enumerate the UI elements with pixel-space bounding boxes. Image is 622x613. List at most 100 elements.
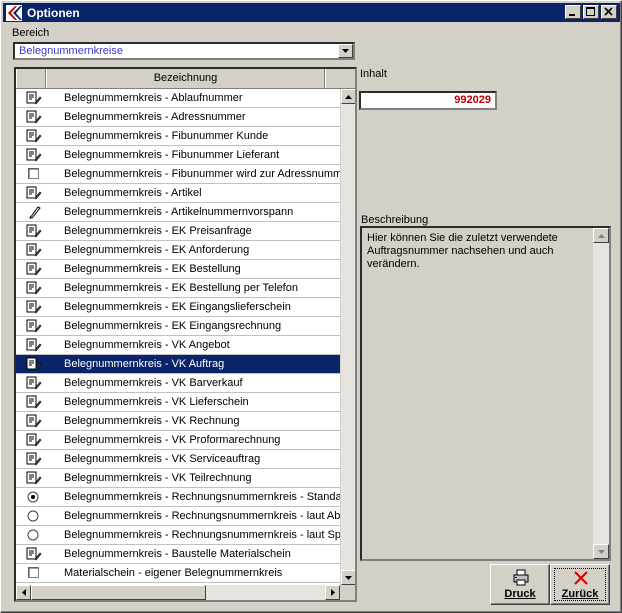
minimize-icon	[569, 14, 575, 16]
list-item[interactable]: Belegnummernkreis - Rechnungsnummernkrei…	[16, 488, 340, 507]
edit-doc-icon	[26, 547, 42, 561]
list-item[interactable]: Belegnummernkreis - VK Teilrechnung	[16, 469, 340, 488]
list-item[interactable]: Belegnummernkreis - EK Bestellung	[16, 260, 340, 279]
minimize-button[interactable]	[565, 5, 581, 19]
edit-doc-icon	[26, 319, 42, 333]
options-list[interactable]: Bezeichnung Belegnummernkreis - Ablaufnu…	[14, 67, 357, 602]
horizontal-scroll-thumb[interactable]	[31, 585, 206, 600]
edit-doc-icon	[26, 281, 42, 295]
druck-button[interactable]: Druck	[490, 564, 550, 605]
dropdown-button[interactable]	[338, 44, 353, 58]
list-item-label: Belegnummernkreis - VK Rechnung	[64, 415, 240, 427]
list-item-label: Belegnummernkreis - Artikel	[64, 187, 202, 199]
edit-doc-icon	[26, 300, 42, 314]
zurueck-button[interactable]: Zurück	[550, 564, 610, 605]
list-item[interactable]: Belegnummernkreis - VK Rechnung	[16, 412, 340, 431]
vertical-scrollbar[interactable]	[340, 89, 355, 585]
edit-doc-icon	[26, 148, 42, 162]
list-item-label: Belegnummernkreis - EK Eingangsrechnung	[64, 320, 282, 332]
list-item[interactable]: Belegnummernkreis - Baustelle Materialsc…	[16, 545, 340, 564]
scroll-corner	[340, 585, 355, 600]
scroll-left-button[interactable]	[16, 585, 31, 600]
list-item[interactable]: Belegnummernkreis - VK Proformarechnung	[16, 431, 340, 450]
checkbox-icon[interactable]	[26, 167, 42, 181]
list-item[interactable]: Belegnummernkreis - Ablaufnummer	[16, 89, 340, 108]
list-item[interactable]: Belegnummernkreis - Fibunummer Kunde	[16, 127, 340, 146]
inhalt-value-field[interactable]: 992029	[359, 91, 497, 110]
app-logo-icon	[5, 4, 23, 21]
edit-doc-icon	[26, 395, 42, 409]
window-title: Optionen	[27, 5, 80, 20]
list-item-label: Belegnummernkreis - Fibunummer wird zur …	[64, 168, 340, 180]
radio-checked-icon[interactable]	[26, 490, 42, 504]
scroll-right-button[interactable]	[325, 585, 340, 600]
edit-doc-icon	[26, 262, 42, 276]
list-item[interactable]: Belegnummernkreis - Rechnungsnummernkrei…	[16, 507, 340, 526]
druck-label: Druck	[504, 588, 536, 600]
edit-doc-icon	[26, 414, 42, 428]
list-item[interactable]: Belegnummernkreis - Adressnummer	[16, 108, 340, 127]
list-item-label: Belegnummernkreis - Rechnungsnummernkrei…	[64, 510, 340, 522]
close-x-icon	[574, 571, 588, 585]
list-item[interactable]: Belegnummernkreis - Fibunummer wird zur …	[16, 165, 340, 184]
list-item[interactable]: Belegnummernkreis - Rechnungsnummernkrei…	[16, 526, 340, 545]
list-item[interactable]: Belegnummernkreis - VK Angebot	[16, 336, 340, 355]
horizontal-scrollbar[interactable]	[16, 585, 340, 600]
list-item-label: Belegnummernkreis - VK Lieferschein	[64, 396, 249, 408]
radio-icon[interactable]	[26, 528, 42, 542]
list-item-label: Belegnummernkreis - Fibunummer Kunde	[64, 130, 269, 142]
beschreibung-textbox[interactable]: Hier können Sie die zuletzt verwendete A…	[360, 226, 611, 561]
edit-doc-icon	[26, 338, 42, 352]
desc-scroll-up-button[interactable]	[593, 228, 609, 243]
scroll-up-button[interactable]	[341, 89, 355, 104]
list-rows: Belegnummernkreis - Ablaufnummer Belegnum…	[16, 89, 340, 583]
list-item[interactable]: Belegnummernkreis - EK Eingangsrechnung	[16, 317, 340, 336]
list-item[interactable]: Belegnummernkreis - VK Auftrag	[16, 355, 340, 374]
description-scrollbar[interactable]	[593, 228, 609, 559]
list-item[interactable]: Belegnummernkreis - VK Barverkauf	[16, 374, 340, 393]
list-item[interactable]: Belegnummernkreis - Fibunummer Lieferant	[16, 146, 340, 165]
header-bezeichnung[interactable]: Bezeichnung	[46, 69, 325, 88]
list-item-label: Belegnummernkreis - Adressnummer	[64, 111, 246, 123]
bereich-dropdown[interactable]: Belegnummernkreise	[13, 42, 355, 60]
list-item[interactable]: Belegnummernkreis - EK Eingangsliefersch…	[16, 298, 340, 317]
list-item-label: Belegnummernkreis - Fibunummer Lieferant	[64, 149, 280, 161]
list-item-label: Belegnummernkreis - Rechnungsnummernkrei…	[64, 491, 340, 503]
list-item[interactable]: Belegnummernkreis - Artikel	[16, 184, 340, 203]
list-item[interactable]: Belegnummernkreis - EK Preisanfrage	[16, 222, 340, 241]
scroll-down-button[interactable]	[341, 570, 355, 585]
list-item[interactable]: Belegnummernkreis - VK Lieferschein	[16, 393, 340, 412]
list-item[interactable]: Belegnummernkreis - VK Serviceauftrag	[16, 450, 340, 469]
list-item-label: Belegnummernkreis - EK Preisanfrage	[64, 225, 252, 237]
list-item-label: Belegnummernkreis - EK Bestellung per Te…	[64, 282, 298, 294]
edit-doc-icon	[26, 376, 42, 390]
maximize-button[interactable]	[583, 5, 599, 19]
title-bar[interactable]: Optionen	[3, 3, 620, 22]
list-item-label: Belegnummernkreis - VK Proformarechnung	[64, 434, 281, 446]
arrow-down-icon	[345, 575, 352, 580]
list-item[interactable]: Materialschein - eigener Belegnummernkre…	[16, 564, 340, 583]
bereich-label: Bereich	[12, 27, 50, 39]
beschreibung-text: Hier können Sie die zuletzt verwendete A…	[367, 232, 558, 270]
list-item[interactable]: Belegnummernkreis - Artikelnummernvorspa…	[16, 203, 340, 222]
desc-scroll-down-button[interactable]	[593, 544, 609, 559]
list-item-label: Belegnummernkreis - VK Teilrechnung	[64, 472, 252, 484]
checkbox-icon[interactable]	[26, 566, 42, 580]
list-item[interactable]: Belegnummernkreis - EK Bestellung per Te…	[16, 279, 340, 298]
pen-icon	[26, 205, 42, 219]
zurueck-label: Zurück	[561, 588, 599, 600]
list-item[interactable]: Belegnummernkreis - EK Anforderung	[16, 241, 340, 260]
edit-doc-icon	[26, 471, 42, 485]
header-icon-column[interactable]	[16, 69, 46, 88]
arrow-up-icon	[597, 233, 605, 238]
list-item-label: Belegnummernkreis - VK Serviceauftrag	[64, 453, 261, 465]
close-button[interactable]	[601, 5, 617, 19]
edit-doc-icon	[26, 357, 42, 371]
list-item-label: Belegnummernkreis - Baustelle Materialsc…	[64, 548, 291, 560]
edit-doc-icon	[26, 186, 42, 200]
list-item-label: Materialschein - eigener Belegnummernkre…	[64, 567, 283, 579]
list-item-label: Belegnummernkreis - VK Barverkauf	[64, 377, 243, 389]
radio-icon[interactable]	[26, 509, 42, 523]
beschreibung-label: Beschreibung	[361, 214, 429, 226]
header-extra-column[interactable]	[325, 69, 355, 88]
